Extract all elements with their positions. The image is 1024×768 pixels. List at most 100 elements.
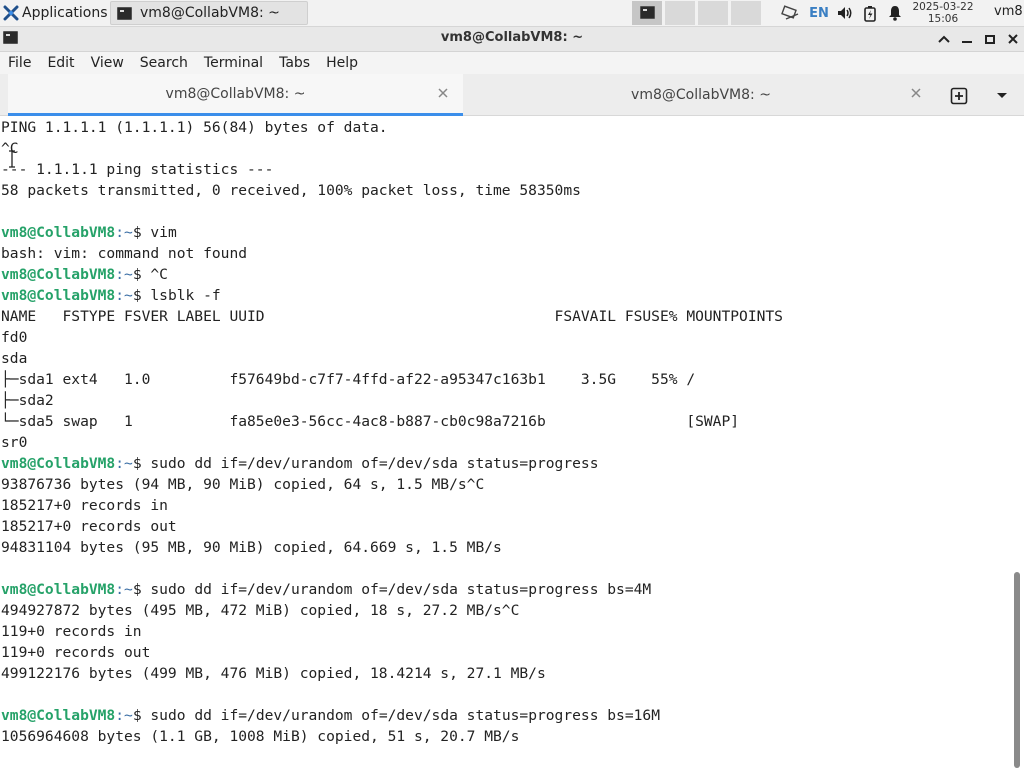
- terminal-output-line: 1056964608 bytes (1.1 GB, 1008 MiB) copi…: [0, 726, 1010, 747]
- window-maximize-button[interactable]: [980, 29, 1000, 49]
- terminal-icon: [640, 6, 655, 19]
- tab-close-icon[interactable]: [437, 87, 449, 99]
- menu-help[interactable]: Help: [318, 55, 366, 71]
- xfce-logo-icon: [3, 5, 19, 21]
- workspace-4-button[interactable]: [731, 1, 762, 25]
- prompt-user-host: vm8@CollabVM8: [1, 707, 116, 724]
- applications-label: Applications: [22, 5, 108, 21]
- prompt-path: :~: [115, 224, 133, 241]
- window-shade-button[interactable]: [934, 29, 954, 49]
- tab-label: vm8@CollabVM8: ~: [165, 85, 306, 102]
- prompt-user-host: vm8@CollabVM8: [1, 581, 116, 598]
- terminal-prompt-line: vm8@CollabVM8:~$ sudo dd if=/dev/urandom…: [0, 579, 1010, 600]
- line-text: --- 1.1.1.1 ping statistics ---: [1, 161, 274, 178]
- terminal-prompt-line: vm8@CollabVM8:~$ lsblk -f: [0, 285, 1010, 306]
- volume-icon[interactable]: [832, 0, 858, 26]
- line-text: 1056964608 bytes (1.1 GB, 1008 MiB) copi…: [1, 728, 520, 745]
- line-text: ├─sda1 ext4 1.0 f57649bd-c7f7-4ffd-af22-…: [1, 371, 696, 388]
- terminal-output-line: 119+0 records in: [0, 621, 1010, 642]
- battery-icon[interactable]: [858, 0, 882, 26]
- applications-menu-button[interactable]: Applications: [0, 0, 108, 26]
- line-text: NAME FSTYPE FSVER LABEL UUID FSAVAIL FSU…: [1, 308, 783, 325]
- taskbar-window-label: vm8@CollabVM8: ~: [140, 5, 280, 21]
- prompt-path: :~: [115, 287, 133, 304]
- terminal-output-line: ^C: [0, 138, 1010, 159]
- network-icon[interactable]: [776, 0, 806, 26]
- taskbar-window-button[interactable]: vm8@CollabVM8: ~: [110, 1, 308, 25]
- tab-label: vm8@CollabVM8: ~: [631, 87, 771, 103]
- terminal-output-line: bash: vim: command not found: [0, 243, 1010, 264]
- close-icon: [1008, 34, 1018, 44]
- window-titlebar[interactable]: vm8@CollabVM8: ~: [0, 27, 1024, 52]
- terminal-output-line: PING 1.1.1.1 (1.1.1.1) 56(84) bytes of d…: [0, 117, 1010, 138]
- line-text: $ vim: [132, 224, 177, 241]
- menu-search[interactable]: Search: [132, 55, 196, 71]
- scrollbar-thumb[interactable]: [1014, 572, 1020, 768]
- terminal-prompt-line: vm8@CollabVM8:~$ sudo dd if=/dev/urandom…: [0, 705, 1010, 726]
- line-text: 494927872 bytes (495 MB, 472 MiB) copied…: [1, 602, 520, 619]
- tab-bar: vm8@CollabVM8: ~ vm8@CollabVM8: ~: [0, 74, 1024, 116]
- user-menu-button[interactable]: vm8: [994, 4, 1023, 19]
- terminal-prompt-line: vm8@CollabVM8:~$ ^C: [0, 264, 1010, 285]
- line-text: 119+0 records out: [1, 644, 151, 661]
- menu-bar: File Edit View Search Terminal Tabs Help: [0, 52, 1024, 74]
- terminal-output[interactable]: PING 1.1.1.1 (1.1.1.1) 56(84) bytes of d…: [0, 117, 1010, 768]
- terminal-output-line: 185217+0 records out: [0, 516, 1010, 537]
- prompt-path: :~: [115, 455, 133, 472]
- line-text: PING 1.1.1.1 (1.1.1.1) 56(84) bytes of d…: [1, 119, 388, 136]
- terminal-output-line: 185217+0 records in: [0, 495, 1010, 516]
- keyboard-layout-indicator[interactable]: EN: [806, 0, 832, 26]
- tab-2[interactable]: vm8@CollabVM8: ~: [466, 74, 936, 116]
- prompt-path: :~: [115, 707, 133, 724]
- notification-bell-icon[interactable]: [882, 0, 908, 26]
- menu-file[interactable]: File: [0, 55, 39, 71]
- prompt-path: :~: [115, 581, 133, 598]
- clock-time: 15:06: [927, 13, 959, 25]
- line-text: $ lsblk -f: [132, 287, 221, 304]
- prompt-user-host: vm8@CollabVM8: [1, 266, 116, 283]
- new-tab-icon[interactable]: [950, 87, 968, 105]
- terminal-output-line: sr0: [0, 432, 1010, 453]
- terminal-prompt-line: vm8@CollabVM8:~$ sudo dd if=/dev/urandom…: [0, 453, 1010, 474]
- line-text: 185217+0 records in: [1, 497, 168, 514]
- workspace-3-button[interactable]: [698, 1, 729, 25]
- prompt-path: :~: [115, 266, 133, 283]
- tab-1[interactable]: vm8@CollabVM8: ~: [8, 74, 463, 116]
- clock-date: 2025-03-22: [912, 1, 974, 13]
- menu-tabs[interactable]: Tabs: [271, 55, 318, 71]
- menu-edit[interactable]: Edit: [39, 55, 82, 71]
- terminal-output-line: sda: [0, 348, 1010, 369]
- tab-close-icon[interactable]: [910, 87, 922, 99]
- line-text: 58 packets transmitted, 0 received, 100%…: [1, 182, 581, 199]
- terminal-output-line: 499122176 bytes (499 MB, 476 MiB) copied…: [0, 663, 1010, 684]
- terminal-output-line: --- 1.1.1.1 ping statistics ---: [0, 159, 1010, 180]
- line-text: $ sudo dd if=/dev/urandom of=/dev/sda st…: [132, 455, 599, 472]
- ibeam-cursor-icon: [9, 150, 15, 168]
- terminal-output-line: ├─sda1 ext4 1.0 f57649bd-c7f7-4ffd-af22-…: [0, 369, 1010, 390]
- terminal-output-line: └─sda5 swap 1 fa85e0e3-56cc-4ac8-b887-cb…: [0, 411, 1010, 432]
- terminal-output-line: 494927872 bytes (495 MB, 472 MiB) copied…: [0, 600, 1010, 621]
- menu-view[interactable]: View: [83, 55, 132, 71]
- prompt-user-host: vm8@CollabVM8: [1, 455, 116, 472]
- window-minimize-button[interactable]: [957, 29, 977, 49]
- line-text: $ sudo dd if=/dev/urandom of=/dev/sda st…: [132, 707, 660, 724]
- line-text: 119+0 records in: [1, 623, 142, 640]
- tab-list-dropdown-icon[interactable]: [994, 88, 1010, 102]
- terminal-icon: [117, 6, 132, 20]
- menu-terminal[interactable]: Terminal: [196, 55, 271, 71]
- line-text: bash: vim: command not found: [1, 245, 248, 262]
- terminal-output-line: ├─sda2: [0, 390, 1010, 411]
- line-text: 185217+0 records out: [1, 518, 177, 535]
- clock[interactable]: 2025-03-22 15:06: [908, 0, 978, 26]
- prompt-user-host: vm8@CollabVM8: [1, 287, 116, 304]
- maximize-icon: [985, 35, 995, 44]
- workspace-1-button[interactable]: [632, 1, 663, 25]
- terminal-output-line: fd0: [0, 327, 1010, 348]
- workspace-2-button[interactable]: [665, 1, 696, 25]
- line-text: 93876736 bytes (94 MB, 90 MiB) copied, 6…: [1, 476, 485, 493]
- minimize-icon: [962, 41, 972, 43]
- window-close-button[interactable]: [1003, 29, 1023, 49]
